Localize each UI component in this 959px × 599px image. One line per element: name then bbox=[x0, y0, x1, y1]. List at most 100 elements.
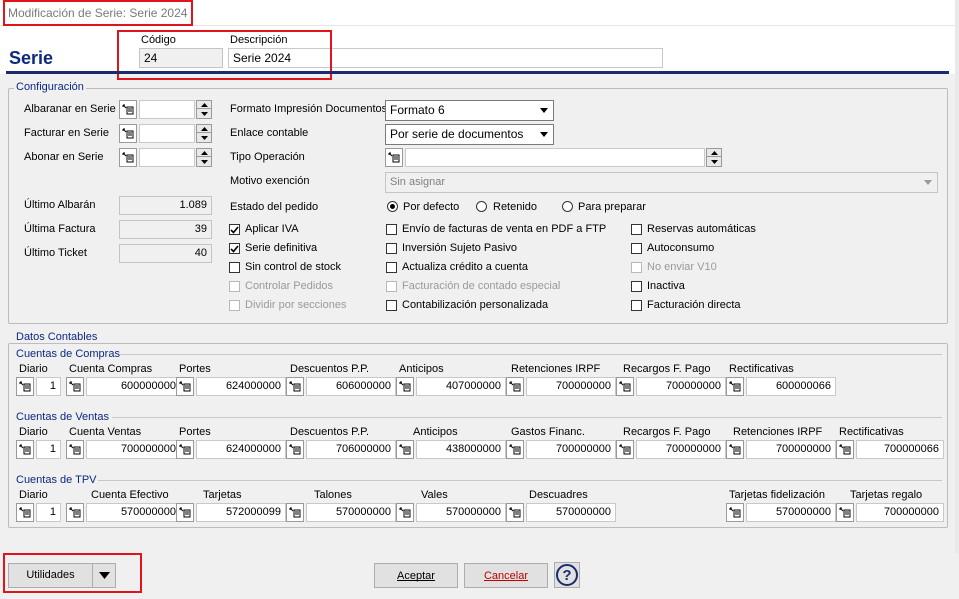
formato-dropdown[interactable]: Formato 6 bbox=[385, 100, 554, 121]
account-field[interactable]: 700000000 bbox=[636, 377, 726, 396]
checkbox-col3-4[interactable] bbox=[631, 300, 642, 311]
spin-down-icon[interactable] bbox=[197, 157, 211, 166]
lookup-icon[interactable] bbox=[286, 377, 304, 396]
account-field[interactable]: 1 bbox=[36, 440, 61, 459]
account-field[interactable]: 700000000 bbox=[746, 440, 836, 459]
account-field[interactable]: 1 bbox=[36, 503, 61, 522]
checkbox-col3-0[interactable] bbox=[631, 224, 642, 235]
abonar-field[interactable] bbox=[139, 148, 195, 167]
albaranar-spinner[interactable] bbox=[196, 100, 212, 119]
lookup-icon[interactable] bbox=[726, 377, 744, 396]
help-button[interactable]: ? bbox=[554, 562, 580, 588]
account-field[interactable]: 700000000 bbox=[856, 503, 944, 522]
lookup-icon[interactable] bbox=[176, 503, 194, 522]
checkbox-col1-0[interactable] bbox=[229, 224, 240, 235]
account-field[interactable]: 700000000 bbox=[86, 440, 181, 459]
tipo-operacion-spinner[interactable] bbox=[706, 148, 722, 167]
account-field[interactable]: 700000000 bbox=[636, 440, 726, 459]
account-field[interactable]: 624000000 bbox=[196, 377, 286, 396]
account-field[interactable]: 570000000 bbox=[746, 503, 836, 522]
lookup-icon[interactable] bbox=[16, 440, 34, 459]
account-field[interactable]: 700000000 bbox=[526, 440, 616, 459]
aceptar-button[interactable]: Aceptar bbox=[374, 563, 458, 588]
lookup-icon[interactable] bbox=[16, 503, 34, 522]
radio-retenido[interactable] bbox=[476, 201, 487, 212]
spin-down-icon[interactable] bbox=[197, 133, 211, 142]
motivo-exencion-dropdown[interactable]: Sin asignar bbox=[385, 172, 938, 193]
lookup-icon[interactable] bbox=[506, 440, 524, 459]
lookup-icon[interactable] bbox=[396, 377, 414, 396]
account-field[interactable]: 407000000 bbox=[416, 377, 506, 396]
checkbox-col3-2[interactable] bbox=[631, 262, 642, 273]
albaranar-field[interactable] bbox=[139, 100, 195, 119]
checkbox-col3-1[interactable] bbox=[631, 243, 642, 254]
lookup-icon[interactable] bbox=[176, 440, 194, 459]
lookup-icon[interactable] bbox=[385, 148, 403, 167]
lookup-icon[interactable] bbox=[506, 503, 524, 522]
lookup-icon[interactable] bbox=[119, 148, 137, 167]
account-field[interactable]: 624000000 bbox=[196, 440, 286, 459]
chevron-down-icon[interactable] bbox=[920, 174, 936, 191]
account-field[interactable]: 706000000 bbox=[306, 440, 396, 459]
spin-up-icon[interactable] bbox=[707, 149, 721, 157]
checkbox-col1-2[interactable] bbox=[229, 262, 240, 273]
cancelar-button[interactable]: Cancelar bbox=[464, 563, 548, 588]
chevron-down-icon[interactable] bbox=[536, 126, 552, 143]
account-field-label: Recargos F. Pago bbox=[623, 363, 711, 375]
lookup-icon[interactable] bbox=[396, 503, 414, 522]
radio-para-preparar[interactable] bbox=[562, 201, 573, 212]
checkbox-col1-4[interactable] bbox=[229, 300, 240, 311]
facturar-spinner[interactable] bbox=[196, 124, 212, 143]
account-field[interactable]: 570000000 bbox=[306, 503, 396, 522]
account-field[interactable]: 572000099 bbox=[196, 503, 286, 522]
lookup-icon[interactable] bbox=[119, 124, 137, 143]
checkbox-col1-3[interactable] bbox=[229, 281, 240, 292]
spin-up-icon[interactable] bbox=[197, 125, 211, 133]
checkbox-col2-1[interactable] bbox=[386, 243, 397, 254]
lookup-icon[interactable] bbox=[726, 440, 744, 459]
spin-down-icon[interactable] bbox=[707, 157, 721, 166]
account-field[interactable]: 1 bbox=[36, 377, 61, 396]
account-field[interactable]: 438000000 bbox=[416, 440, 506, 459]
account-field[interactable]: 700000066 bbox=[856, 440, 944, 459]
account-field[interactable]: 570000000 bbox=[86, 503, 181, 522]
facturar-field[interactable] bbox=[139, 124, 195, 143]
abonar-spinner[interactable] bbox=[196, 148, 212, 167]
spin-down-icon[interactable] bbox=[197, 109, 211, 118]
checkbox-col2-2[interactable] bbox=[386, 262, 397, 273]
radio-por-defecto[interactable] bbox=[387, 201, 398, 212]
checkbox-col1-1[interactable] bbox=[229, 243, 240, 254]
lookup-icon[interactable] bbox=[119, 100, 137, 119]
tipo-operacion-field[interactable] bbox=[405, 148, 705, 167]
checkbox-col2-0[interactable] bbox=[386, 224, 397, 235]
checkbox-col2-4[interactable] bbox=[386, 300, 397, 311]
account-field[interactable]: 570000000 bbox=[526, 503, 616, 522]
lookup-icon[interactable] bbox=[66, 503, 84, 522]
checkbox-col2-3[interactable] bbox=[386, 281, 397, 292]
spin-up-icon[interactable] bbox=[197, 101, 211, 109]
account-field[interactable]: 600000066 bbox=[746, 377, 836, 396]
chevron-down-icon[interactable] bbox=[536, 102, 552, 119]
lookup-icon[interactable] bbox=[836, 503, 854, 522]
lookup-icon[interactable] bbox=[616, 440, 634, 459]
spin-up-icon[interactable] bbox=[197, 149, 211, 157]
account-field[interactable]: 600000000 bbox=[86, 377, 181, 396]
account-field[interactable]: 700000000 bbox=[526, 377, 616, 396]
account-field[interactable]: 606000000 bbox=[306, 377, 396, 396]
lookup-icon[interactable] bbox=[16, 377, 34, 396]
lookup-icon[interactable] bbox=[66, 377, 84, 396]
lookup-icon[interactable] bbox=[396, 440, 414, 459]
lookup-icon[interactable] bbox=[66, 440, 84, 459]
lookup-icon[interactable] bbox=[836, 440, 854, 459]
checkbox-label: Dividir por secciones bbox=[245, 299, 347, 311]
lookup-icon[interactable] bbox=[506, 377, 524, 396]
enlace-dropdown[interactable]: Por serie de documentos bbox=[385, 124, 554, 145]
lookup-icon[interactable] bbox=[286, 440, 304, 459]
checkbox-col3-3[interactable] bbox=[631, 281, 642, 292]
lookup-icon[interactable] bbox=[616, 377, 634, 396]
account-field[interactable]: 570000000 bbox=[416, 503, 506, 522]
highlight-utilidades bbox=[3, 553, 142, 593]
lookup-icon[interactable] bbox=[286, 503, 304, 522]
lookup-icon[interactable] bbox=[176, 377, 194, 396]
lookup-icon[interactable] bbox=[726, 503, 744, 522]
